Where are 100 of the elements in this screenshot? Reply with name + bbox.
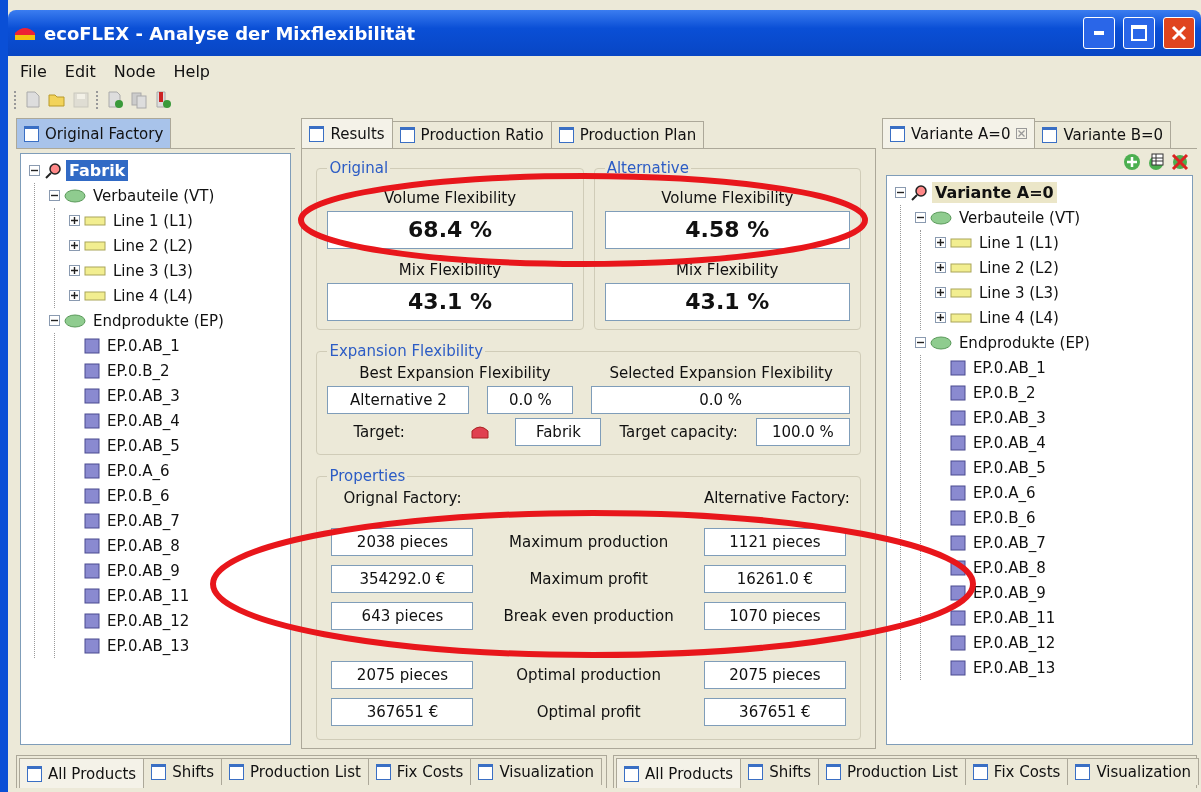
field-label: Selected Expansion Flexibility: [608, 364, 834, 382]
add-file-icon[interactable]: [106, 91, 124, 109]
bookmark-add-icon[interactable]: [154, 91, 172, 109]
tree-item[interactable]: EP.0.B_2: [969, 382, 1039, 403]
tree-item[interactable]: EP.0.AB_3: [104, 385, 183, 406]
square-icon: [84, 537, 100, 554]
menu-item[interactable]: Node: [107, 61, 162, 81]
field-label: Mix Flexibility: [675, 261, 780, 279]
tab[interactable]: Variante B=0: [1034, 121, 1172, 148]
tree-item[interactable]: Line 4 (L4): [110, 285, 196, 306]
tree-item[interactable]: EP.0.AB_13: [969, 657, 1059, 678]
tree-item[interactable]: EP.0.AB_5: [969, 457, 1049, 478]
tree-item[interactable]: EP.0.A_6: [969, 482, 1039, 503]
tree-item[interactable]: Fabrik: [66, 160, 129, 181]
tree-item[interactable]: Line 2 (L2): [975, 257, 1062, 278]
menu-item[interactable]: File: [14, 61, 53, 81]
square-icon: [84, 362, 100, 379]
field-label: Maximum profit: [528, 570, 649, 588]
tree-item[interactable]: EP.0.B_6: [969, 507, 1039, 528]
expand-toggle[interactable]: [69, 265, 80, 276]
tab[interactable]: Visualization: [470, 758, 603, 785]
tree-item[interactable]: Line 4 (L4): [975, 307, 1062, 328]
tab[interactable]: Variante A=0: [881, 118, 1036, 148]
tree-item[interactable]: EP.0.AB_1: [104, 335, 183, 356]
value-field: 0.0 %: [591, 386, 850, 414]
tree-item[interactable]: EP.0.AB_4: [969, 432, 1049, 453]
tab[interactable]: Production Plan: [550, 121, 705, 148]
minimize-button[interactable]: [1083, 17, 1115, 49]
value-field: 2038 pieces: [331, 528, 474, 556]
close-icon[interactable]: [1016, 128, 1028, 139]
tree-item[interactable]: Endprodukte (EP): [955, 332, 1093, 353]
collapse-toggle[interactable]: [49, 190, 60, 201]
maximize-button[interactable]: [1123, 17, 1155, 49]
tree-item[interactable]: Line 2 (L2): [110, 235, 196, 256]
tree-item[interactable]: EP.0.AB_9: [104, 560, 183, 581]
tree-item[interactable]: Verbauteile (VT): [955, 207, 1084, 228]
tree-item[interactable]: EP.0.AB_5: [104, 435, 183, 456]
magnifier-icon: [44, 161, 62, 180]
window-icon: [826, 764, 842, 780]
collapse-toggle[interactable]: [894, 187, 906, 198]
bar-icon: [84, 264, 106, 277]
expand-toggle[interactable]: [934, 312, 946, 323]
tree-item[interactable]: EP.0.AB_8: [969, 557, 1049, 578]
tree-item[interactable]: Line 1 (L1): [110, 210, 196, 231]
tree-item[interactable]: EP.0.AB_12: [104, 610, 193, 631]
value-field: 43.1 %: [604, 283, 850, 321]
tab[interactable]: All Products: [19, 758, 145, 788]
expand-toggle[interactable]: [934, 287, 946, 298]
tab[interactable]: Visualization: [1067, 758, 1200, 785]
tree-item[interactable]: Verbauteile (VT): [90, 185, 218, 206]
tree-item[interactable]: EP.0.A_6: [104, 460, 173, 481]
field-label: Maximum production: [508, 533, 670, 551]
expand-toggle[interactable]: [934, 237, 946, 248]
tree-item[interactable]: EP.0.AB_9: [969, 582, 1049, 603]
expand-toggle[interactable]: [69, 240, 80, 251]
tree-item[interactable]: EP.0.AB_8: [104, 535, 183, 556]
collapse-toggle[interactable]: [29, 165, 40, 176]
ellipse-icon: [929, 335, 952, 350]
tree-item[interactable]: Line 1 (L1): [975, 232, 1062, 253]
square-icon: [84, 587, 100, 604]
square-icon: [84, 337, 100, 354]
tree-item[interactable]: EP.0.AB_1: [969, 357, 1049, 378]
collapse-toggle[interactable]: [49, 315, 60, 326]
value-field: 100.0 %: [755, 418, 850, 446]
window-icon: [1042, 127, 1058, 143]
tree-item[interactable]: EP.0.AB_13: [104, 635, 193, 656]
group-title: Original: [328, 159, 390, 177]
add-icon[interactable]: [1123, 153, 1141, 171]
tree-item[interactable]: EP.0.AB_11: [969, 607, 1059, 628]
house-icon: [471, 425, 490, 439]
tree-item[interactable]: EP.0.AB_11: [104, 585, 193, 606]
tree-item[interactable]: EP.0.AB_12: [969, 632, 1059, 653]
group-title: Alternative: [605, 159, 690, 177]
tree-item[interactable]: Line 3 (L3): [975, 282, 1062, 303]
table-icon[interactable]: [1147, 153, 1165, 171]
tree-item[interactable]: Line 3 (L3): [110, 260, 196, 281]
tree-item[interactable]: EP.0.AB_7: [969, 532, 1049, 553]
menu-item[interactable]: Edit: [58, 61, 102, 81]
menu-item[interactable]: Help: [167, 61, 216, 81]
window-icon: [972, 764, 988, 780]
close-button[interactable]: [1163, 17, 1195, 49]
tab[interactable]: All Products: [616, 758, 742, 788]
tree-item[interactable]: EP.0.B_2: [104, 360, 173, 381]
value-field: 354292.0 €: [331, 565, 474, 593]
tree-item[interactable]: Endprodukte (EP): [90, 310, 227, 331]
square-icon: [84, 612, 100, 629]
tab[interactable]: Original Factory: [16, 118, 172, 148]
collapse-toggle[interactable]: [914, 212, 926, 223]
bar-icon: [84, 289, 106, 302]
collapse-toggle[interactable]: [914, 337, 926, 348]
tree-item[interactable]: EP.0.AB_4: [104, 410, 183, 431]
tree-item[interactable]: EP.0.AB_7: [104, 510, 183, 531]
tree-item[interactable]: Variante A=0: [931, 182, 1057, 203]
expand-toggle[interactable]: [69, 290, 80, 301]
tree-item[interactable]: EP.0.AB_3: [969, 407, 1049, 428]
tab[interactable]: Results: [301, 118, 393, 148]
expand-toggle[interactable]: [69, 215, 80, 226]
tree-item[interactable]: EP.0.B_6: [104, 485, 173, 506]
delete-icon[interactable]: [1171, 153, 1189, 171]
expand-toggle[interactable]: [934, 262, 946, 273]
